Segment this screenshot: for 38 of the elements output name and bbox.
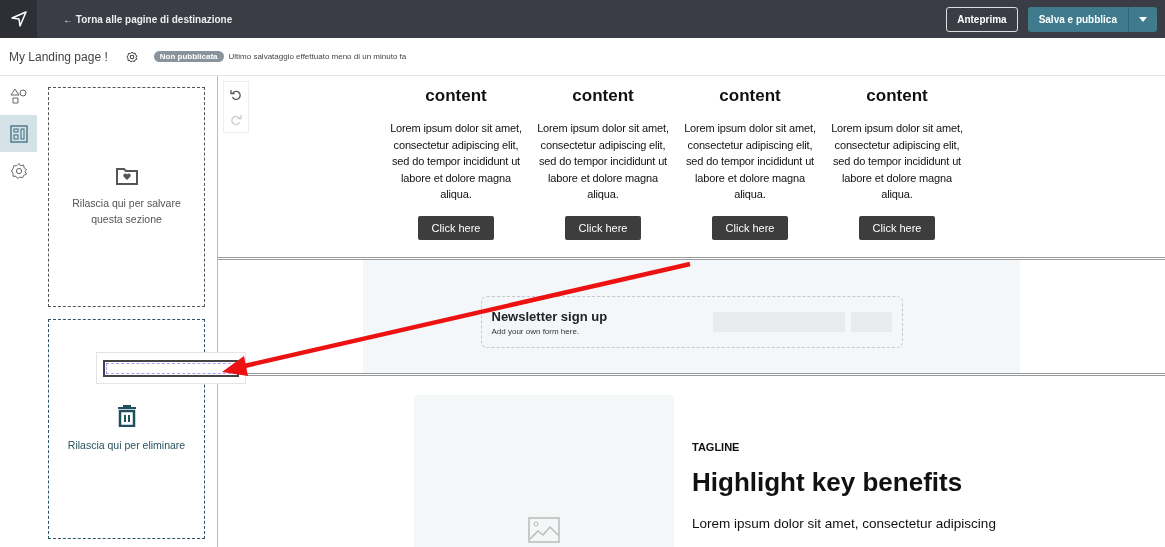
click-here-button[interactable]: Click here <box>565 215 641 240</box>
paper-plane-icon <box>10 11 27 27</box>
column-title: content <box>866 86 928 106</box>
tagline: TAGLINE <box>692 441 741 453</box>
caret-icon <box>1139 16 1147 22</box>
column-title: content <box>719 86 781 106</box>
trash-icon <box>117 405 136 427</box>
status-badge: Non pubblicata <box>153 51 224 62</box>
column-text: Lorem ipsum dolor sit amet, consectetur adipiscing elit, sed do tempor incididunt ut labore et dolore magna aliqua. <box>683 121 817 202</box>
column-text: Lorem ipsum dolor sit amet, consectetur adipiscing elit, sed do tempor incididunt ut labore et dolore magna aliqua. <box>536 121 670 202</box>
feature-heading: Highlight key benefits <box>692 467 964 498</box>
click-here-button[interactable]: Click here <box>859 215 935 240</box>
click-here-button[interactable]: Click here <box>418 215 494 240</box>
drop-zone-label: Rilascia qui per salvare questa sezione <box>71 196 182 227</box>
column-text: Lorem ipsum dolor sit amet, consectetur adipiscing elit, sed do tempor incididunt ut labore et dolore magna aliqua. <box>830 121 964 202</box>
feature-text: Lorem ipsum dolor sit amet, consectetur adipiscing <box>692 516 996 531</box>
drop-zone-label: Rilascia qui per eliminare <box>67 438 186 453</box>
heart-folder-icon <box>115 167 138 185</box>
drop-zone[interactable]: Rilascia qui per salvare questa sezione <box>48 87 205 307</box>
column-title: content <box>572 86 634 106</box>
column-title: content <box>425 86 487 106</box>
settings-icon <box>9 161 28 180</box>
settings-icon[interactable] <box>125 50 138 63</box>
layout-icon <box>9 124 28 143</box>
newsletter-title: Newsletter sign up <box>491 308 609 324</box>
shapes-icon <box>9 87 28 106</box>
publish-dropdown[interactable] <box>1129 6 1157 32</box>
click-here-button[interactable]: Click here <box>712 215 788 240</box>
newsletter-subtitle: Add your own form here. <box>491 326 581 336</box>
column-text: Lorem ipsum dolor sit amet, consectetur adipiscing elit, sed do tempor incididunt ut labore et dolore magna aliqua. <box>389 121 523 202</box>
image-icon <box>528 517 560 543</box>
save-status: Ultimo salvataggio effettuato meno di un minuto fa <box>228 52 407 61</box>
page-name: My Landing page ! <box>9 49 108 64</box>
publish-button[interactable]: Salva e pubblica <box>1027 6 1129 32</box>
back-link[interactable]: ← Torna alle pagine di destinazione <box>63 13 233 25</box>
undo-icon[interactable] <box>230 88 242 101</box>
logo-tile[interactable] <box>0 0 37 38</box>
preview-button[interactable]: Anteprima <box>946 6 1018 32</box>
